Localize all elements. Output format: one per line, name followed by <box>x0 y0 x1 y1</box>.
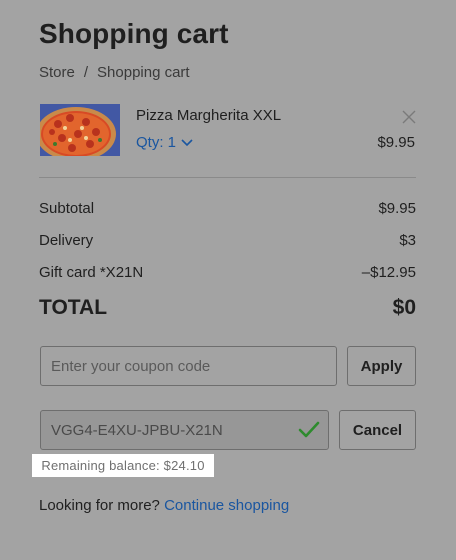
checkmark-icon <box>298 421 320 438</box>
continue-shopping-prompt: Looking for more? Continue shopping <box>39 497 289 514</box>
gift-card-code: VGG4-E4XU-JPBU-X21N <box>51 421 223 439</box>
gift-card-input[interactable]: VGG4-E4XU-JPBU-X21N <box>40 410 329 450</box>
coupon-input[interactable]: Enter your coupon code <box>40 346 337 386</box>
gift-card-row: Gift card *X21N –$12.95 <box>39 264 416 281</box>
quantity-dropdown[interactable]: Qty: 1 <box>136 134 193 151</box>
pizza-image <box>40 104 120 156</box>
breadcrumb-separator: / <box>83 64 89 81</box>
breadcrumb: Store / Shopping cart <box>39 64 190 81</box>
breadcrumb-current: Shopping cart <box>97 64 190 81</box>
total-row: TOTAL $0 <box>39 296 416 320</box>
looking-for-more-text: Looking for more? <box>39 497 160 514</box>
delivery-value: $3 <box>399 232 416 249</box>
divider <box>39 177 416 178</box>
total-value: $0 <box>392 296 416 319</box>
delivery-row: Delivery $3 <box>39 232 416 249</box>
total-label: TOTAL <box>39 296 108 319</box>
shopping-cart-page: Shopping cart Store / Shopping cart Pizz… <box>0 0 456 560</box>
remaining-balance-text: Remaining balance: $24.10 <box>41 458 205 473</box>
apply-button-label: Apply <box>360 357 403 375</box>
cancel-button-label: Cancel <box>352 421 403 439</box>
breadcrumb-store-link[interactable]: Store <box>39 64 75 81</box>
cart-item-price: $9.95 <box>377 134 415 151</box>
continue-shopping-link[interactable]: Continue shopping <box>164 497 289 514</box>
subtotal-label: Subtotal <box>39 200 95 217</box>
remove-item-button[interactable] <box>402 110 416 124</box>
subtotal-value: $9.95 <box>378 200 416 217</box>
quantity-label: Qty: 1 <box>136 134 177 151</box>
delivery-label: Delivery <box>39 232 94 249</box>
gift-card-value: –$12.95 <box>361 264 416 281</box>
cart-item-name: Pizza Margherita XXL <box>136 107 282 124</box>
subtotal-row: Subtotal $9.95 <box>39 200 416 217</box>
gift-card-label: Gift card *X21N <box>39 264 144 281</box>
chevron-down-icon <box>181 138 193 146</box>
coupon-placeholder: Enter your coupon code <box>51 357 211 375</box>
apply-button[interactable]: Apply <box>347 346 416 386</box>
page-title: Shopping cart <box>39 18 229 49</box>
cancel-button[interactable]: Cancel <box>339 410 416 450</box>
close-icon <box>402 110 416 124</box>
remaining-balance-tooltip: Remaining balance: $24.10 <box>32 454 214 477</box>
